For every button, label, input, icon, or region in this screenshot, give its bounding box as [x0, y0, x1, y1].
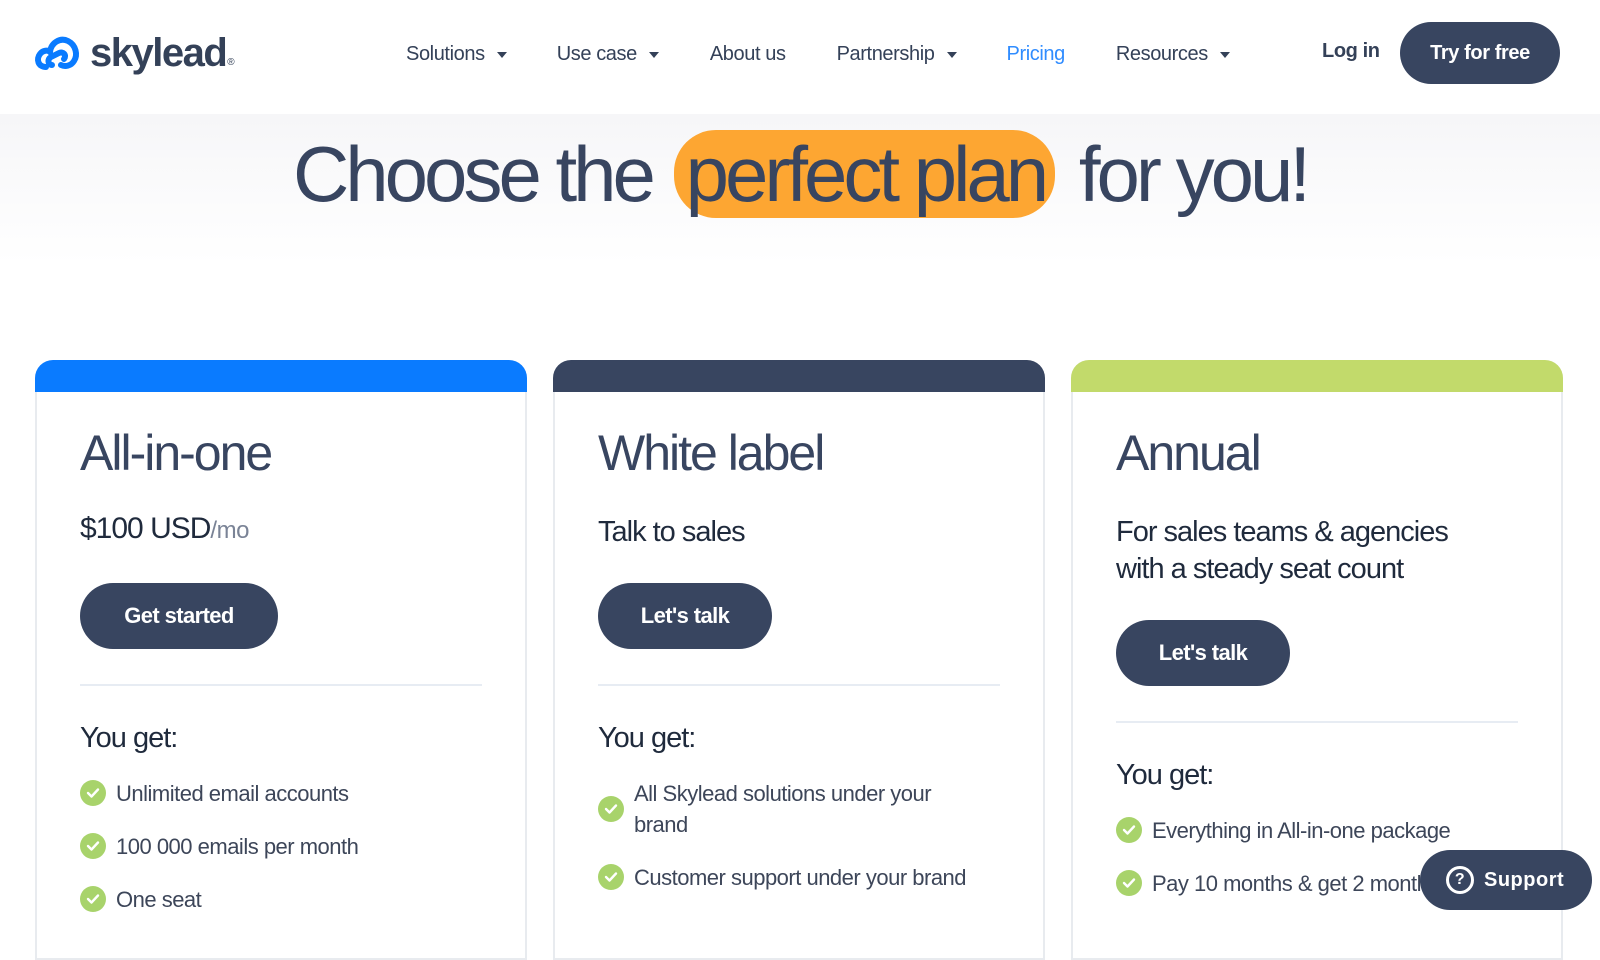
plan-subtitle: Talk to sales	[598, 516, 746, 548]
price-period: /mo	[210, 517, 249, 544]
check-icon	[598, 864, 624, 890]
nav-item-solutions[interactable]: Solutions	[406, 43, 507, 66]
feature-text: Pay 10 months & get 2 months	[1152, 871, 1439, 896]
title-highlight: perfect plan	[673, 130, 1056, 218]
feature-text: One seat	[116, 887, 202, 912]
you-get-heading: You get:	[80, 722, 178, 754]
support-button[interactable]: ? Support	[1420, 850, 1592, 910]
list-item: Customer support under your brand	[598, 862, 967, 893]
check-icon	[80, 780, 106, 806]
try-for-free-button[interactable]: Try for free	[1400, 22, 1560, 84]
card-accent-bar	[35, 360, 527, 392]
divider	[80, 684, 482, 686]
logo[interactable]: skylead ®	[34, 30, 235, 76]
title-end: for you!	[1078, 130, 1311, 218]
get-started-button[interactable]: Get started	[80, 583, 278, 649]
card-accent-bar	[1071, 360, 1563, 392]
nav-item-resources[interactable]: Resources	[1116, 43, 1230, 66]
plan-subtitle: For sales teams & agencies with a steady…	[1116, 516, 1449, 585]
divider	[598, 684, 1000, 686]
feature-text: All Skylead solutions under your brand	[634, 781, 932, 837]
list-item: All Skylead solutions under your brand	[598, 778, 958, 840]
list-item: 100 000 emails per month	[80, 831, 500, 862]
feature-text: 100 000 emails per month	[116, 834, 359, 859]
page-title: Choose the perfect plan for you!	[0, 128, 1600, 220]
caret-down-icon	[1219, 52, 1230, 58]
registered-mark: ®	[227, 57, 235, 68]
main-nav: Solutions Use case About us Partnership …	[406, 40, 1230, 68]
card-accent-bar	[553, 360, 1045, 392]
lets-talk-button[interactable]: Let's talk	[1116, 620, 1290, 686]
nav-label: About us	[709, 42, 786, 65]
feature-list: Unlimited email accounts 100 000 emails …	[80, 778, 500, 937]
feature-text: Unlimited email accounts	[116, 781, 349, 806]
nav-item-use-case[interactable]: Use case	[557, 43, 659, 66]
feature-list: All Skylead solutions under your brand C…	[598, 778, 967, 915]
nav-item-partnership[interactable]: Partnership	[837, 43, 957, 66]
nav-label: Use case	[556, 42, 638, 65]
question-circle-icon: ?	[1446, 866, 1474, 894]
plan-card-all-in-one: All-in-one $100 USD/mo Get started You g…	[35, 360, 527, 960]
nav-item-pricing[interactable]: Pricing	[1006, 42, 1066, 66]
you-get-heading: You get:	[1116, 759, 1214, 791]
plan-card-white-label: White label Talk to sales Let's talk You…	[553, 360, 1045, 960]
divider	[1116, 721, 1518, 723]
plan-title: All-in-one	[80, 425, 273, 481]
caret-down-icon	[946, 52, 957, 58]
nav-label: Resources	[1115, 42, 1208, 65]
list-item: Unlimited email accounts	[80, 778, 500, 809]
plan-title: Annual	[1116, 425, 1262, 481]
login-link[interactable]: Log in	[1322, 40, 1380, 63]
check-icon	[80, 833, 106, 859]
nav-label: Partnership	[836, 42, 935, 65]
feature-text: Customer support under your brand	[634, 865, 967, 890]
logo-text: skylead	[90, 31, 228, 75]
check-icon	[1116, 817, 1142, 843]
check-icon	[598, 796, 624, 822]
caret-down-icon	[496, 52, 507, 58]
caret-down-icon	[648, 52, 659, 58]
plan-title: White label	[598, 425, 825, 481]
cloud-link-icon	[35, 36, 79, 70]
check-icon	[80, 886, 106, 912]
nav-item-about-us[interactable]: About us	[710, 43, 786, 66]
price-amount: $100 USD	[80, 512, 211, 545]
list-item: One seat	[80, 884, 500, 915]
site-header: skylead ® Solutions Use case About us Pa…	[0, 0, 1600, 114]
lets-talk-button[interactable]: Let's talk	[598, 583, 772, 649]
you-get-heading: You get:	[598, 722, 696, 754]
nav-label: Solutions	[406, 42, 485, 65]
support-label: Support	[1484, 868, 1565, 891]
title-start: Choose the	[292, 130, 656, 218]
feature-text: Everything in All-in-one package	[1152, 818, 1451, 843]
check-icon	[1116, 870, 1142, 896]
nav-label: Pricing	[1006, 42, 1066, 65]
list-item: Everything in All-in-one package	[1116, 815, 1536, 846]
plan-price: $100 USD/mo	[80, 512, 249, 546]
